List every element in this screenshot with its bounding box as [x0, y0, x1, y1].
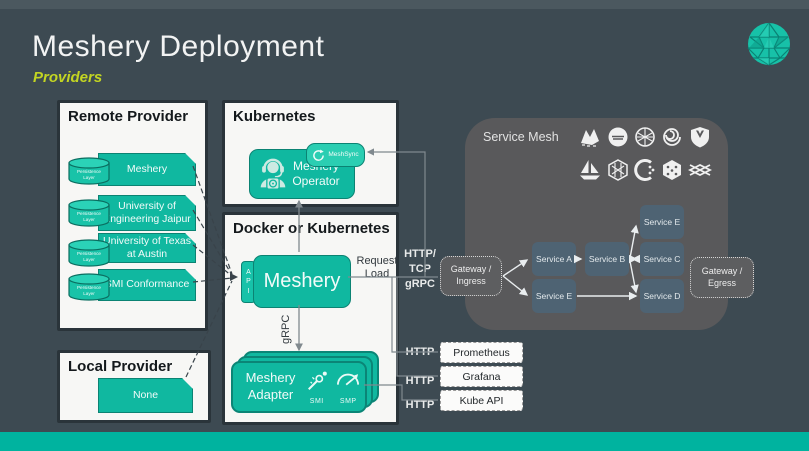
meshsync-label: MeshSync [328, 151, 358, 159]
service-mesh-logo-7-icon [606, 158, 630, 182]
svg-text:Layer: Layer [83, 217, 95, 222]
request-load-label: Request Load [353, 255, 401, 281]
remote-provider-title: Remote Provider [68, 108, 188, 125]
http-label-kubeapi: HTTP [403, 399, 437, 411]
svg-text:Layer: Layer [83, 291, 95, 296]
slide: Meshery Deployment Providers Remote Prov… [0, 0, 809, 451]
service-mesh-logo-1-icon [578, 125, 602, 149]
persistence-db-icon: Persistence Layer [66, 239, 112, 267]
smp-gauge-icon [335, 370, 361, 392]
service-mesh-logo-8-icon [633, 158, 657, 182]
grafana-box[interactable]: Grafana [440, 366, 523, 387]
meshery-box[interactable]: Meshery [253, 255, 351, 308]
smp-label: SMP [332, 398, 365, 405]
service-mesh-logo-2-icon [606, 125, 630, 149]
smi-icon [305, 370, 329, 392]
api-letter: A [246, 268, 251, 277]
protocol-stack-label: HTTP/ TCP gRPC [398, 247, 442, 292]
gateway-ingress-box[interactable]: Gateway / Ingress [440, 256, 502, 296]
service-b-box[interactable]: Service B [585, 242, 629, 276]
meshery-logo-icon [746, 21, 792, 67]
provider-item-meshery[interactable]: Meshery [98, 153, 196, 186]
meshsync-box[interactable]: MeshSync [306, 143, 365, 167]
docker-kubernetes-panel: Docker or Kubernetes A P I Meshery Reque… [222, 212, 399, 425]
svg-text:Persistence: Persistence [77, 211, 101, 216]
svg-text:Persistence: Persistence [77, 285, 101, 290]
remote-provider-panel: Remote Provider Meshery University of En… [57, 100, 208, 331]
meshery-adapter-label: Meshery Adapter [239, 370, 302, 404]
service-mesh-logo-6-icon [578, 158, 602, 182]
service-e-top-box[interactable]: Service E [640, 205, 684, 239]
http-label-grafana: HTTP [403, 375, 437, 387]
service-mesh-logo-5-icon [688, 125, 712, 149]
service-a-box[interactable]: Service A [532, 242, 576, 276]
service-mesh-logo-9-icon [660, 158, 684, 182]
svg-text:Layer: Layer [83, 257, 95, 262]
page-subtitle: Providers [33, 69, 102, 86]
top-strip [0, 0, 809, 9]
prometheus-box[interactable]: Prometheus [440, 342, 523, 363]
bottom-accent-bar [0, 432, 809, 451]
operator-icon [255, 157, 291, 193]
page-title: Meshery Deployment [32, 30, 324, 64]
local-provider-panel: Local Provider None [57, 350, 211, 423]
service-mesh-title: Service Mesh [483, 130, 559, 144]
provider-item-university-jaipur[interactable]: University of Engineering Jaipur [98, 195, 196, 231]
gateway-egress-box[interactable]: Gateway / Egress [690, 257, 754, 298]
provider-item-university-texas[interactable]: University of Texas at Austin [98, 233, 196, 263]
provider-item-smi-conformance[interactable]: SMI Conformance [98, 269, 196, 301]
service-mesh-logo-3-icon [633, 125, 657, 149]
meshery-adapter-box[interactable]: Meshery Adapter SMI SMP [231, 361, 367, 413]
grpc-label: gRPC [276, 304, 290, 344]
service-mesh-logo-10-icon [688, 158, 712, 182]
api-letter: I [248, 287, 250, 296]
svg-text:Persistence: Persistence [77, 169, 101, 174]
http-label-prometheus: HTTP [403, 346, 437, 358]
service-d-box[interactable]: Service D [640, 279, 684, 313]
kubernetes-panel: Kubernetes Meshery Operator MeshSync [222, 100, 399, 207]
docker-kubernetes-title: Docker or Kubernetes [233, 220, 390, 237]
persistence-db-icon: Persistence Layer [66, 273, 112, 301]
service-c-box[interactable]: Service C [640, 242, 684, 276]
local-provider-title: Local Provider [68, 358, 172, 375]
smi-label: SMI [302, 398, 332, 405]
persistence-db-icon: Persistence Layer [66, 157, 112, 185]
service-mesh-panel: Service Mesh [465, 118, 728, 330]
api-letter: P [246, 277, 251, 286]
persistence-db-icon: Persistence Layer [66, 199, 112, 227]
kubernetes-title: Kubernetes [233, 108, 316, 125]
svg-text:Persistence: Persistence [77, 251, 101, 256]
svg-text:Layer: Layer [83, 175, 95, 180]
service-e-bottom-box[interactable]: Service E [532, 279, 576, 313]
service-mesh-logo-4-icon [660, 125, 684, 149]
sync-icon [312, 149, 325, 162]
kube-api-box[interactable]: Kube API [440, 390, 523, 411]
provider-item-none[interactable]: None [98, 378, 193, 413]
